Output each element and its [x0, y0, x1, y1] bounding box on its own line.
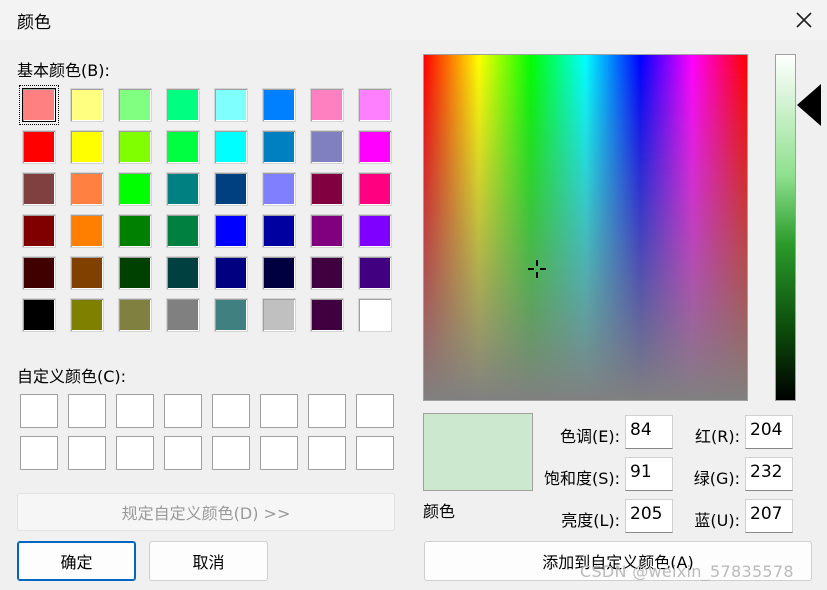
basic-color-swatch[interactable]: [358, 130, 392, 164]
basic-color-swatch[interactable]: [166, 256, 200, 290]
green-label: 绿(G):: [693, 469, 740, 488]
basic-color-swatch[interactable]: [166, 130, 200, 164]
basic-color-swatch[interactable]: [70, 130, 104, 164]
red-label: 红(R):: [695, 427, 740, 446]
custom-color-swatch[interactable]: [20, 394, 58, 428]
preview-label: 颜色: [423, 502, 456, 521]
basic-color-swatch[interactable]: [310, 130, 344, 164]
custom-color-swatch[interactable]: [212, 394, 250, 428]
basic-color-swatch[interactable]: [118, 256, 152, 290]
custom-color-swatch[interactable]: [68, 394, 106, 428]
green-input[interactable]: 232: [745, 457, 793, 491]
custom-colors-label: 自定义颜色(C):: [17, 367, 127, 386]
window-title: 颜色: [17, 13, 51, 33]
basic-color-swatch[interactable]: [262, 256, 296, 290]
basic-color-swatch[interactable]: [22, 172, 56, 206]
basic-color-swatch[interactable]: [22, 130, 56, 164]
basic-color-swatch[interactable]: [262, 88, 296, 122]
watermark: CSDN @weixin_57835578: [580, 562, 794, 581]
title-bar: 颜色: [0, 0, 827, 40]
luminosity-arrow-icon[interactable]: [797, 84, 821, 126]
custom-color-swatch[interactable]: [116, 436, 154, 470]
basic-color-swatch[interactable]: [310, 172, 344, 206]
basic-color-swatch[interactable]: [262, 172, 296, 206]
custom-color-swatch[interactable]: [212, 436, 250, 470]
basic-color-swatch[interactable]: [310, 256, 344, 290]
custom-color-swatch[interactable]: [308, 436, 346, 470]
blue-label: 蓝(U):: [694, 511, 740, 530]
color-preview: [423, 413, 533, 491]
basic-color-swatch[interactable]: [214, 172, 248, 206]
basic-color-swatch[interactable]: [118, 172, 152, 206]
basic-color-swatch[interactable]: [70, 214, 104, 248]
custom-color-swatch[interactable]: [164, 436, 202, 470]
basic-color-swatch[interactable]: [22, 256, 56, 290]
basic-color-swatch[interactable]: [214, 130, 248, 164]
custom-color-swatch[interactable]: [68, 436, 106, 470]
basic-color-swatch[interactable]: [358, 214, 392, 248]
luminosity-slider[interactable]: [775, 54, 796, 401]
basic-color-swatch[interactable]: [166, 172, 200, 206]
hue-input[interactable]: 84: [625, 415, 673, 449]
luminosity-input[interactable]: 205: [625, 499, 673, 533]
luminosity-label: 亮度(L):: [561, 511, 620, 530]
ok-button[interactable]: 确定: [17, 541, 136, 581]
close-button[interactable]: [781, 0, 827, 40]
basic-color-swatch[interactable]: [118, 298, 152, 332]
basic-color-swatch[interactable]: [22, 214, 56, 248]
basic-color-swatch[interactable]: [214, 214, 248, 248]
custom-color-swatch[interactable]: [164, 394, 202, 428]
basic-color-swatch[interactable]: [118, 214, 152, 248]
basic-color-swatch[interactable]: [118, 88, 152, 122]
basic-color-swatch[interactable]: [262, 298, 296, 332]
basic-color-swatch[interactable]: [70, 172, 104, 206]
custom-color-swatch[interactable]: [308, 394, 346, 428]
basic-colors-label: 基本颜色(B):: [17, 61, 110, 80]
hue-label: 色调(E):: [560, 427, 620, 446]
basic-color-swatch[interactable]: [22, 298, 56, 332]
saturation-label: 饱和度(S):: [543, 469, 620, 488]
basic-color-swatch[interactable]: [214, 298, 248, 332]
custom-color-swatch[interactable]: [356, 436, 394, 470]
basic-color-swatch[interactable]: [310, 298, 344, 332]
saturation-input[interactable]: 91: [625, 457, 673, 491]
basic-color-swatch[interactable]: [19, 85, 59, 125]
crosshair-icon: [528, 260, 546, 278]
basic-color-swatch[interactable]: [358, 298, 392, 332]
red-input[interactable]: 204: [745, 415, 793, 449]
basic-color-swatch[interactable]: [358, 88, 392, 122]
basic-color-swatch[interactable]: [358, 172, 392, 206]
basic-color-swatch[interactable]: [310, 214, 344, 248]
basic-color-swatch[interactable]: [358, 256, 392, 290]
custom-color-swatch[interactable]: [116, 394, 154, 428]
basic-color-swatch[interactable]: [262, 130, 296, 164]
custom-color-swatch[interactable]: [260, 436, 298, 470]
basic-color-swatch[interactable]: [262, 214, 296, 248]
basic-color-swatch[interactable]: [214, 256, 248, 290]
basic-color-swatch[interactable]: [118, 130, 152, 164]
custom-color-swatch[interactable]: [260, 394, 298, 428]
custom-color-swatch[interactable]: [356, 394, 394, 428]
custom-color-swatch[interactable]: [20, 436, 58, 470]
basic-color-swatch[interactable]: [310, 88, 344, 122]
basic-color-swatch[interactable]: [166, 214, 200, 248]
define-custom-colors-button[interactable]: 规定自定义颜色(D) >>: [17, 493, 395, 531]
basic-color-swatch[interactable]: [70, 298, 104, 332]
blue-input[interactable]: 207: [745, 499, 793, 533]
basic-color-swatch[interactable]: [70, 88, 104, 122]
basic-color-swatch[interactable]: [214, 88, 248, 122]
basic-color-swatch[interactable]: [166, 88, 200, 122]
basic-color-swatch[interactable]: [70, 256, 104, 290]
close-icon: [796, 12, 812, 28]
basic-color-swatch[interactable]: [166, 298, 200, 332]
color-spectrum[interactable]: [423, 54, 748, 401]
cancel-button[interactable]: 取消: [149, 541, 268, 581]
